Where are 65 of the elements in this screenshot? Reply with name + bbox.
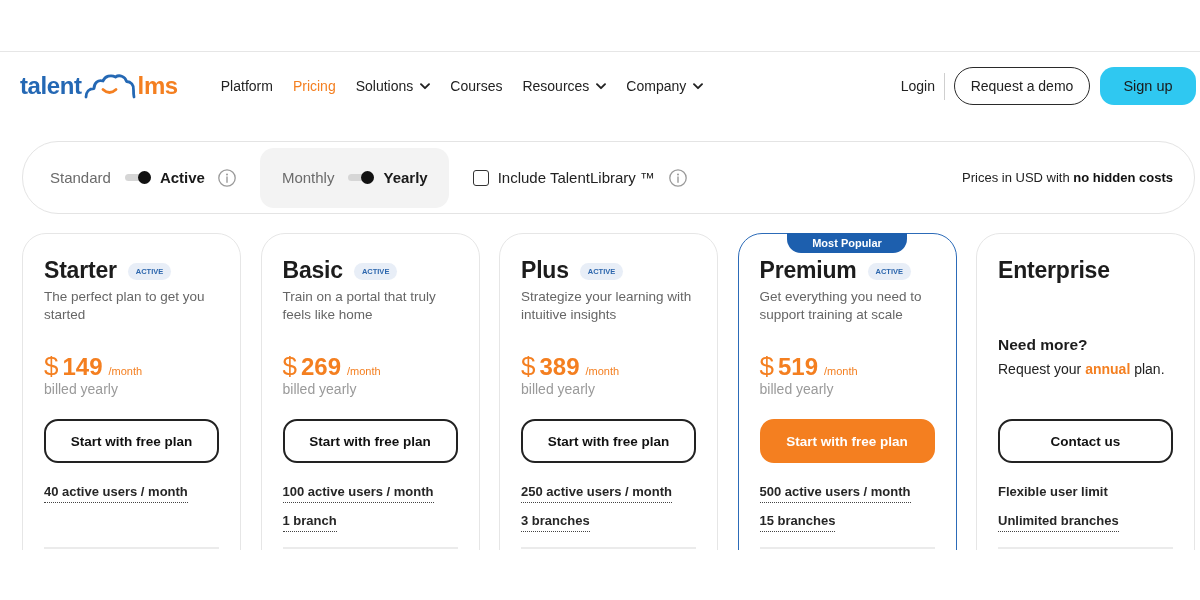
plan-description: Get everything you need to support training at scale xyxy=(759,288,923,324)
need-more-heading: Need more? xyxy=(998,335,1088,355)
cloud-logo-icon[interactable] xyxy=(83,73,136,99)
nav-link[interactable]: Platform xyxy=(220,76,273,96)
plan-title: Starter xyxy=(44,256,117,285)
price-amount: 389 xyxy=(539,353,580,381)
feature-text: Unlimited branches xyxy=(998,512,1119,532)
annual-plan-text: Request your annual plan. xyxy=(998,360,1165,379)
info-icon[interactable] xyxy=(217,168,236,187)
logo-text[interactable]: talent xyxy=(20,72,82,100)
nav-link[interactable]: Resources xyxy=(522,76,607,96)
most-popular-ribbon: Most Popular xyxy=(787,233,907,253)
nav-link[interactable]: Company xyxy=(626,76,704,96)
plan-button[interactable]: Start with free plan xyxy=(282,419,458,463)
billing-note: billed yearly xyxy=(282,381,357,397)
plan-description: Strategize your learning with intuitive insights xyxy=(521,288,693,324)
feature-text: 15 branches xyxy=(759,512,836,532)
toggle-label: Standard xyxy=(50,167,111,188)
plan-description: Train on a portal that truly feels like home xyxy=(282,288,437,324)
nav-link[interactable]: Courses xyxy=(450,76,503,96)
request-demo-button[interactable]: Request a demo xyxy=(954,67,1090,105)
feature-text: 1 branch xyxy=(282,512,337,532)
currency-symbol: $ xyxy=(282,352,297,380)
toggle-label: Yearly xyxy=(383,167,428,188)
nav-link[interactable]: Solutions xyxy=(355,76,431,96)
chevron-down-icon xyxy=(596,82,607,90)
feature-text: 40 active users / month xyxy=(44,483,188,503)
login-link[interactable]: Login xyxy=(900,76,935,96)
plan-button[interactable]: Contact us xyxy=(998,419,1173,463)
plan-title: Premium xyxy=(759,256,857,285)
price-period: /month xyxy=(108,365,143,377)
info-icon[interactable] xyxy=(669,168,687,187)
currency-symbol: $ xyxy=(521,352,536,380)
toggle-label: Active xyxy=(159,167,205,188)
feature-text: 250 active users / month xyxy=(521,483,672,503)
checkbox[interactable] xyxy=(472,169,489,186)
price-amount: 269 xyxy=(300,353,341,381)
billing-note: billed yearly xyxy=(44,381,118,397)
plan-button[interactable]: Start with free plan xyxy=(521,419,696,463)
price-amount: 519 xyxy=(777,353,818,381)
feature-text: 3 branches xyxy=(521,512,590,532)
plan-description: The perfect plan to get you started xyxy=(44,288,206,324)
plan-button[interactable]: Start with free plan xyxy=(44,419,219,463)
toggle-switch[interactable] xyxy=(124,171,151,184)
currency-symbol: $ xyxy=(759,352,774,380)
feature-text: 100 active users / month xyxy=(282,483,434,503)
price-period: /month xyxy=(824,365,858,377)
plan-title: Basic xyxy=(282,256,343,285)
billing-note: billed yearly xyxy=(521,381,595,397)
price-period: /month xyxy=(347,365,381,377)
checkbox-label[interactable]: Include TalentLibrary ™ xyxy=(497,167,655,188)
chevron-down-icon xyxy=(420,82,431,90)
toggle-switch[interactable] xyxy=(348,171,375,184)
feature-text: 500 active users / month xyxy=(759,483,911,503)
pricing-note: Prices in USD with no hidden costs xyxy=(962,170,1173,185)
chevron-down-icon xyxy=(693,82,704,90)
plan-title: Enterprise xyxy=(998,256,1110,285)
sign-up-button[interactable]: Sign up xyxy=(1100,67,1196,105)
price-amount: 149 xyxy=(62,353,103,381)
billing-note: billed yearly xyxy=(759,381,834,397)
plan-title: Plus xyxy=(521,256,569,285)
currency-symbol: $ xyxy=(44,352,59,380)
price-period: /month xyxy=(585,365,620,377)
feature-text: Flexible user limit xyxy=(998,483,1108,501)
toggle-label: Monthly xyxy=(281,167,335,188)
